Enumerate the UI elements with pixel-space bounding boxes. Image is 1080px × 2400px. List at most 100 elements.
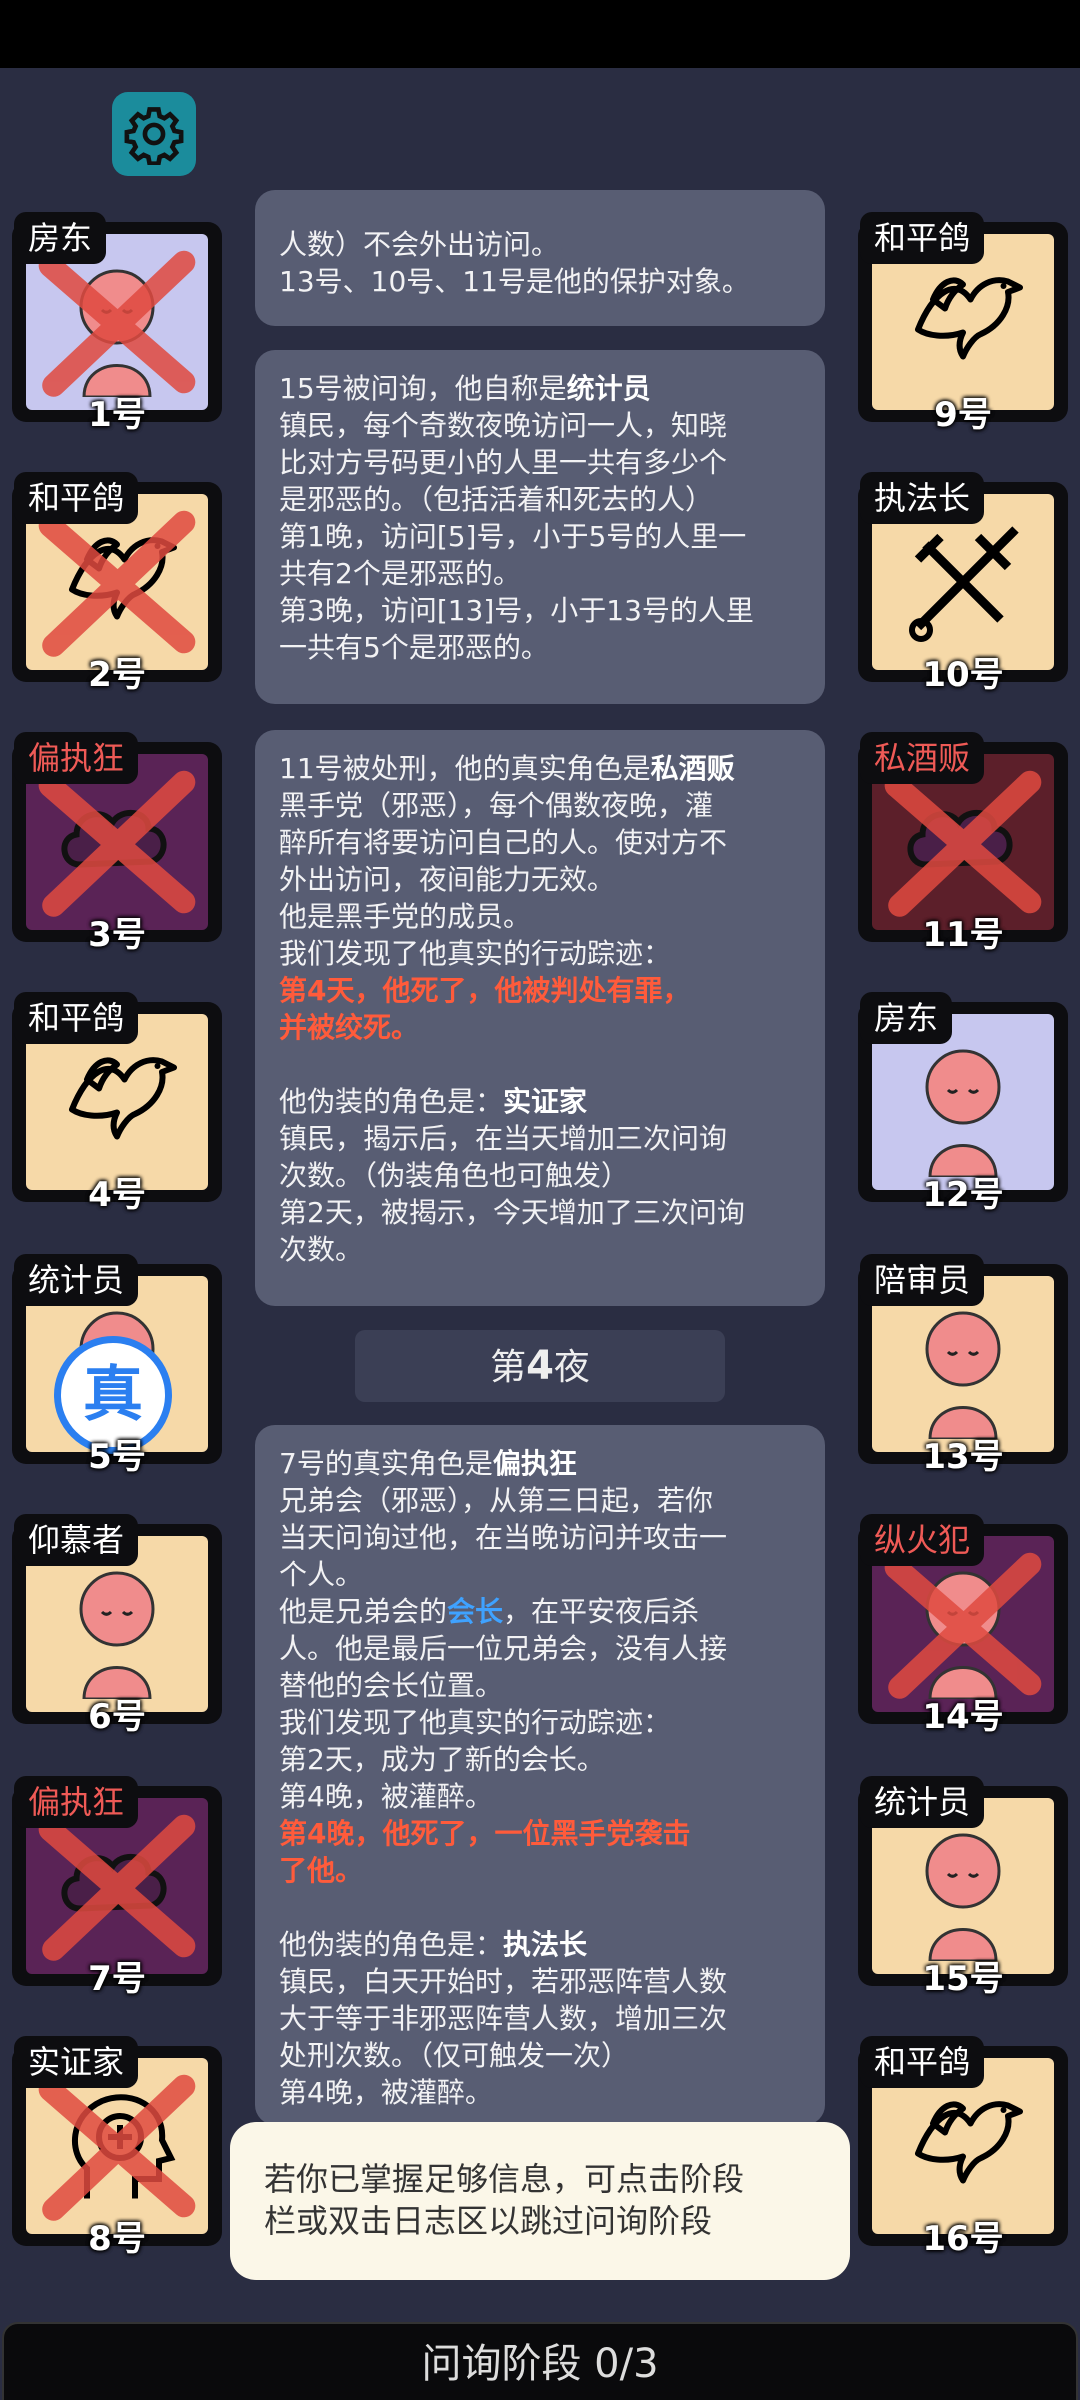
log-text: 他伪装的角色是： xyxy=(279,1928,504,1961)
player-number: 3号 xyxy=(88,915,146,955)
log-text: 我们发现了他真实的行动踪迹： xyxy=(279,1706,672,1739)
player-number: 2号 xyxy=(88,655,146,695)
death-text: 第4天，他死了，他被判处有罪， xyxy=(279,974,691,1007)
settings-button[interactable] xyxy=(112,92,196,176)
log-text: 他伪装的角色是： xyxy=(279,1085,504,1118)
hint-text: 若你已掌握足够信息，可点击阶段 xyxy=(264,2160,745,2198)
player-card[interactable]: 和平鸽 9号 xyxy=(858,212,1068,435)
player-card[interactable]: 和平鸽 16号 xyxy=(858,2036,1068,2259)
log-text: 第2天，被揭示，今天增加了三次问询 xyxy=(279,1196,745,1229)
hint-popup[interactable]: 若你已掌握足够信息，可点击阶段 栏或双击日志区以跳过问询阶段 xyxy=(230,2122,850,2280)
player-card[interactable]: 和平鸽 4号 xyxy=(12,992,222,1215)
role-tag: 房东 xyxy=(860,992,953,1044)
log-text: 次数。 xyxy=(279,1233,364,1266)
log-text: 处刑次数。（仅可触发一次） xyxy=(279,2039,630,2072)
status-bar xyxy=(0,0,1080,68)
player-number: 12号 xyxy=(922,1175,1004,1215)
player-card[interactable]: 真统计员 5号 xyxy=(12,1254,222,1477)
player-number: 4号 xyxy=(88,1175,146,1215)
log-text: 醉所有将要访问自己的人。使对方不 xyxy=(279,826,728,859)
log-text: 第2天，成为了新的会长。 xyxy=(279,1743,605,1776)
dove-icon xyxy=(915,277,1023,360)
player-number: 8号 xyxy=(88,2219,146,2259)
role-tag: 房东 xyxy=(14,212,107,264)
player-number: 14号 xyxy=(922,1697,1004,1737)
role-tag: 私酒贩 xyxy=(860,732,985,784)
player-number: 9号 xyxy=(934,395,992,435)
character-icon xyxy=(925,1311,1001,1439)
role-tag: 仰慕者 xyxy=(14,1514,139,1566)
character-icon xyxy=(925,1833,1001,1961)
role-tag: 和平鸽 xyxy=(14,472,139,524)
log-text: 镇民，揭示后，在当天增加三次问询 xyxy=(279,1122,728,1155)
log-text: 兄弟会（邪恶），从第三日起，若你 xyxy=(279,1484,714,1517)
role-tag: 和平鸽 xyxy=(14,992,139,1044)
log-text: 次数。（伪装角色也可触发） xyxy=(279,1159,630,1192)
death-text: 第4晚，他死了，一位黑手党袭击 xyxy=(279,1817,691,1850)
log-text: 比对方号码更小的人里一共有多少个 xyxy=(279,446,728,479)
player-card[interactable]: 偏执狂 7号 xyxy=(12,1776,222,1999)
player-card[interactable]: 陪审员 13号 xyxy=(858,1254,1068,1477)
role-tag: 陪审员 xyxy=(860,1254,985,1306)
role-tag: 偏执狂 xyxy=(14,732,139,784)
player-card[interactable]: 偏执狂 3号 xyxy=(12,732,222,955)
phase-bar[interactable]: 问询阶段 0/3 xyxy=(2,2322,1078,2400)
role-tag: 实证家 xyxy=(14,2036,139,2088)
hint-text: 栏或双击日志区以跳过问询阶段 xyxy=(264,2202,713,2240)
player-number: 13号 xyxy=(922,1437,1004,1477)
log-text: 他是黑手党的成员。 xyxy=(279,900,532,933)
role-tag: 偏执狂 xyxy=(14,1776,139,1828)
role-name: 统计员 xyxy=(566,372,651,405)
log-text: 7号的真实角色是 xyxy=(279,1447,493,1480)
player-card[interactable]: 统计员 15号 xyxy=(858,1776,1068,1999)
player-number: 15号 xyxy=(922,1959,1004,1999)
log-text: 15号被问询，他自称是 xyxy=(279,372,567,405)
log-entry: 11号被处刑，他的真实角色是私酒贩 黑手党（邪恶），每个偶数夜晚，灌 醉所有将要… xyxy=(255,730,825,1306)
role-name: 偏执狂 xyxy=(492,1447,577,1480)
log-text: 第4晚，被灌醉。 xyxy=(279,1780,493,1813)
night-divider: 第4夜 xyxy=(355,1330,725,1402)
log-text: 个人。 xyxy=(279,1558,364,1591)
log-text: 第3晚，访问[13]号，小于13号的人里 xyxy=(279,594,754,627)
log-text: 11号被处刑，他的真实角色是 xyxy=(279,752,651,785)
character-icon xyxy=(79,1571,155,1699)
log-text: 一共有5个是邪恶的。 xyxy=(279,631,549,664)
player-number: 16号 xyxy=(922,2219,1004,2259)
character-icon xyxy=(925,1049,1001,1177)
log-text: 外出访问，夜间能力无效。 xyxy=(279,863,616,896)
log-text: 第1晚，访问[5]号，小于5号的人里一 xyxy=(279,520,747,553)
player-card[interactable]: 执法长 10号 xyxy=(858,472,1068,695)
role-name: 私酒贩 xyxy=(650,752,735,785)
player-number: 10号 xyxy=(922,655,1004,695)
log-text: 人数）不会外出访问。 xyxy=(279,228,560,261)
role-tag: 执法长 xyxy=(860,472,985,524)
log-text: 我们发现了他真实的行动踪迹： xyxy=(279,937,672,970)
dove-icon xyxy=(69,1057,177,1140)
gear-icon xyxy=(124,107,184,165)
player-number: 1号 xyxy=(88,395,146,435)
log-text: 13号、10号、11号是他的保护对象。 xyxy=(279,265,750,298)
log-text: 黑手党（邪恶），每个偶数夜晚，灌 xyxy=(279,789,714,822)
player-card[interactable]: 和平鸽 2号 xyxy=(12,472,222,695)
player-number: 11号 xyxy=(922,915,1004,955)
player-card[interactable]: 房东 1号 xyxy=(12,212,222,435)
log-text: 人。他是最后一位兄弟会，没有人接 xyxy=(279,1632,728,1665)
gavel-sword-icon xyxy=(909,526,1019,642)
log-entry: 15号被问询，他自称是统计员 镇民，每个奇数夜晚访问一人，知晓 比对方号码更小的… xyxy=(255,350,825,704)
death-text: 了他。 xyxy=(279,1854,364,1887)
player-card[interactable]: 纵火犯 14号 xyxy=(858,1514,1068,1737)
player-card[interactable]: 房东 12号 xyxy=(858,992,1068,1215)
log-text: 共有2个是邪恶的。 xyxy=(279,557,521,590)
log-entry: 人数）不会外出访问。 13号、10号、11号是他的保护对象。 xyxy=(255,190,825,326)
role-tag: 统计员 xyxy=(860,1776,985,1828)
role-tag: 统计员 xyxy=(14,1254,139,1306)
log-text: 当天问询过他，在当晚访问并攻击一 xyxy=(279,1521,728,1554)
leader-keyword: 会长 xyxy=(447,1595,504,1628)
log-text: 替他的会长位置。 xyxy=(279,1669,504,1702)
death-text: 并被绞死。 xyxy=(279,1011,420,1044)
player-card[interactable]: 私酒贩 11号 xyxy=(858,732,1068,955)
player-card[interactable]: 实证家 8号 xyxy=(12,2036,222,2259)
player-card[interactable]: 仰慕者 6号 xyxy=(12,1514,222,1737)
dove-icon xyxy=(915,2101,1023,2184)
player-number: 7号 xyxy=(88,1959,146,1999)
